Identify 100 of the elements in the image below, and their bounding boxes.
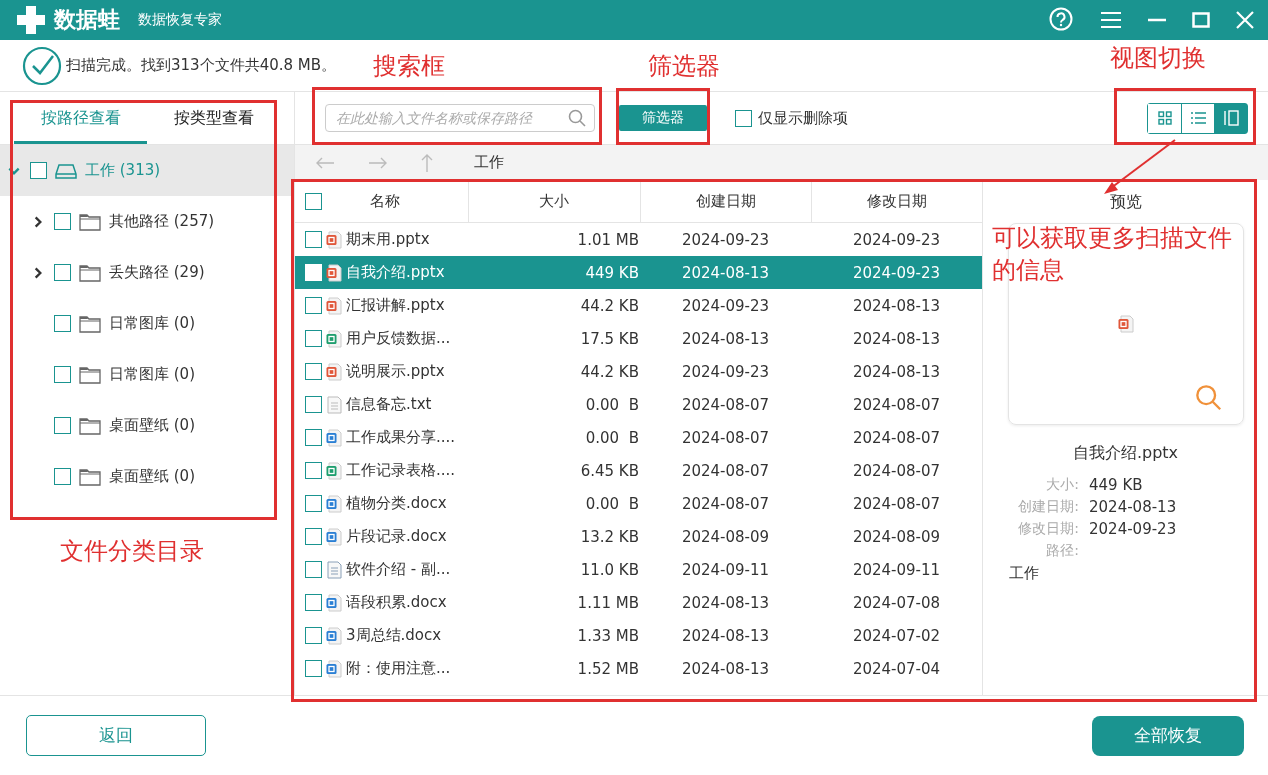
column-header[interactable]: 名称 (370, 191, 400, 211)
file-row[interactable]: 片段记录.docx 13.2 KB 2024-08-09 2024-08-09 (295, 520, 982, 553)
checkbox[interactable] (305, 363, 322, 380)
annotation-label: 搜索框 (373, 51, 445, 82)
checkbox[interactable] (305, 561, 322, 578)
file-row[interactable]: 信息备忘.txt 0.00 B 2024-08-07 2024-08-07 (295, 388, 982, 421)
checkbox[interactable] (305, 396, 322, 413)
file-name: 软件介绍 - 副... (346, 560, 451, 579)
created-date: 2024-08-13 (680, 593, 771, 612)
property-label: 路径: (1045, 542, 1079, 560)
checkbox[interactable] (54, 264, 71, 281)
file-row[interactable]: 期末用.pptx 1.01 MB 2024-09-23 2024-09-23 (295, 223, 982, 256)
tree-label: 桌面壁纸 (0) (109, 416, 195, 435)
tree-item[interactable]: 日常图库 (0) (0, 349, 294, 400)
file-row[interactable]: 汇报讲解.pptx 44.2 KB 2024-09-23 2024-08-13 (295, 289, 982, 322)
menu-icon[interactable] (1100, 11, 1122, 29)
file-name: 工作成果分享.... (346, 428, 456, 447)
created-date: 2024-08-13 (680, 263, 771, 282)
property-value: 2024-09-23 (1089, 520, 1177, 538)
checkbox[interactable] (305, 528, 322, 545)
file-row[interactable]: 植物分类.docx 0.00 B 2024-08-07 2024-08-07 (295, 487, 982, 520)
checkbox[interactable] (54, 468, 71, 485)
created-date: 2024-08-13 (680, 659, 771, 678)
modified-date: 2024-09-23 (851, 263, 942, 282)
tree-item[interactable]: 桌面壁纸 (0) (0, 400, 294, 451)
checkbox[interactable] (305, 297, 322, 314)
folder-icon (79, 212, 101, 231)
column-header[interactable]: 大小 (468, 180, 640, 222)
checkbox[interactable] (305, 462, 322, 479)
modified-date: 2024-07-08 (851, 593, 942, 612)
checkbox[interactable] (30, 162, 47, 179)
file-row[interactable]: 自我介绍.pptx 449 KB 2024-08-13 2024-09-23 (295, 256, 982, 289)
back-button[interactable]: 返回 (26, 715, 206, 756)
file-size: 0.00 B (584, 494, 640, 513)
file-name: 自我介绍.pptx (346, 263, 445, 282)
checkbox[interactable] (54, 417, 71, 434)
file-name: 说明展示.pptx (346, 362, 445, 381)
view-tab[interactable]: 按类型查看 (147, 92, 280, 144)
tree-item[interactable]: 桌面壁纸 (0) (0, 451, 294, 502)
file-row[interactable]: 工作成果分享.... 0.00 B 2024-08-07 2024-08-07 (295, 421, 982, 454)
file-size: 44.2 KB (579, 362, 640, 381)
created-date: 2024-08-07 (680, 494, 771, 513)
preview-file-name: 自我介绍.pptx (1072, 443, 1179, 464)
tree-label: 桌面壁纸 (0) (109, 467, 195, 486)
file-row[interactable]: 语段积累.docx 1.11 MB 2024-08-13 2024-07-08 (295, 586, 982, 619)
checkbox[interactable] (305, 627, 322, 644)
checkbox[interactable] (305, 330, 322, 347)
file-row[interactable]: 软件介绍 - 副... 11.0 KB 2024-09-11 2024-09-11 (295, 553, 982, 586)
tree-item[interactable]: 丢失路径 (29) (0, 247, 294, 298)
column-header[interactable]: 修改日期 (810, 180, 982, 222)
tree-label: 日常图库 (0) (109, 365, 195, 384)
search-field[interactable]: 在此处输入文件名称或保存路径 (325, 104, 595, 132)
file-name: 附：使用注意... (346, 659, 451, 678)
tree-item[interactable]: 日常图库 (0) (0, 298, 294, 349)
checkbox[interactable] (305, 660, 322, 677)
checkbox[interactable] (305, 231, 322, 248)
column-header[interactable]: 创建日期 (639, 180, 811, 222)
created-date: 2024-08-07 (680, 395, 771, 414)
app-logo-text: 数据蛙 (54, 6, 120, 34)
file-row[interactable]: 工作记录表格.... 6.45 KB 2024-08-07 2024-08-07 (295, 454, 982, 487)
close-icon[interactable] (1236, 11, 1254, 29)
file-row[interactable]: 3周总结.docx 1.33 MB 2024-08-13 2024-07-02 (295, 619, 982, 652)
help-icon[interactable] (1048, 7, 1074, 33)
file-size: 1.01 MB (576, 230, 640, 249)
checkbox[interactable] (54, 213, 71, 230)
file-row[interactable]: 附：使用注意... 1.52 MB 2024-08-13 2024-07-04 (295, 652, 982, 685)
minimize-icon[interactable] (1148, 18, 1166, 22)
checkbox[interactable] (305, 495, 322, 512)
file-size: 0.00 B (584, 428, 640, 447)
modified-date: 2024-08-13 (851, 296, 942, 315)
file-row[interactable]: 用户反馈数据... 17.5 KB 2024-08-13 2024-08-13 (295, 322, 982, 355)
checkbox[interactable] (735, 109, 752, 127)
preview-view-button[interactable] (1214, 103, 1247, 133)
file-size: 1.33 MB (576, 626, 640, 645)
checkbox[interactable] (54, 366, 71, 383)
tree-label: 日常图库 (0) (109, 314, 195, 333)
tree-label: 工作 (313) (85, 161, 161, 180)
file-size: 1.52 MB (576, 659, 640, 678)
annotation-label: 文件分类目录 (60, 536, 204, 567)
checkbox[interactable] (54, 315, 71, 332)
tree-item[interactable]: 其他路径 (257) (0, 196, 294, 247)
file-row[interactable]: 说明展示.pptx 44.2 KB 2024-09-23 2024-08-13 (295, 355, 982, 388)
folder-icon (79, 263, 101, 282)
search-icon[interactable] (1194, 384, 1223, 412)
recover-all-button[interactable]: 全部恢复 (1092, 715, 1244, 756)
file-name: 3周总结.docx (346, 626, 442, 645)
created-date: 2024-08-07 (680, 428, 771, 447)
scan-status-text: 扫描完成。找到313个文件共40.8 MB。 (66, 56, 337, 75)
modified-date: 2024-09-11 (851, 560, 942, 579)
maximize-icon[interactable] (1192, 12, 1210, 28)
modified-date: 2024-08-07 (851, 428, 942, 447)
filter-button[interactable]: 筛选器 (619, 105, 707, 131)
checkbox[interactable] (305, 192, 322, 210)
annotation-label: 可以获取更多扫描文件的信息 (992, 223, 1233, 287)
checkbox[interactable] (305, 429, 322, 446)
checkbox[interactable] (305, 594, 322, 611)
modified-date: 2024-08-13 (851, 329, 942, 348)
created-date: 2024-09-23 (680, 296, 771, 315)
property-value: 工作 (1009, 564, 1039, 583)
created-date: 2024-08-13 (680, 626, 771, 645)
